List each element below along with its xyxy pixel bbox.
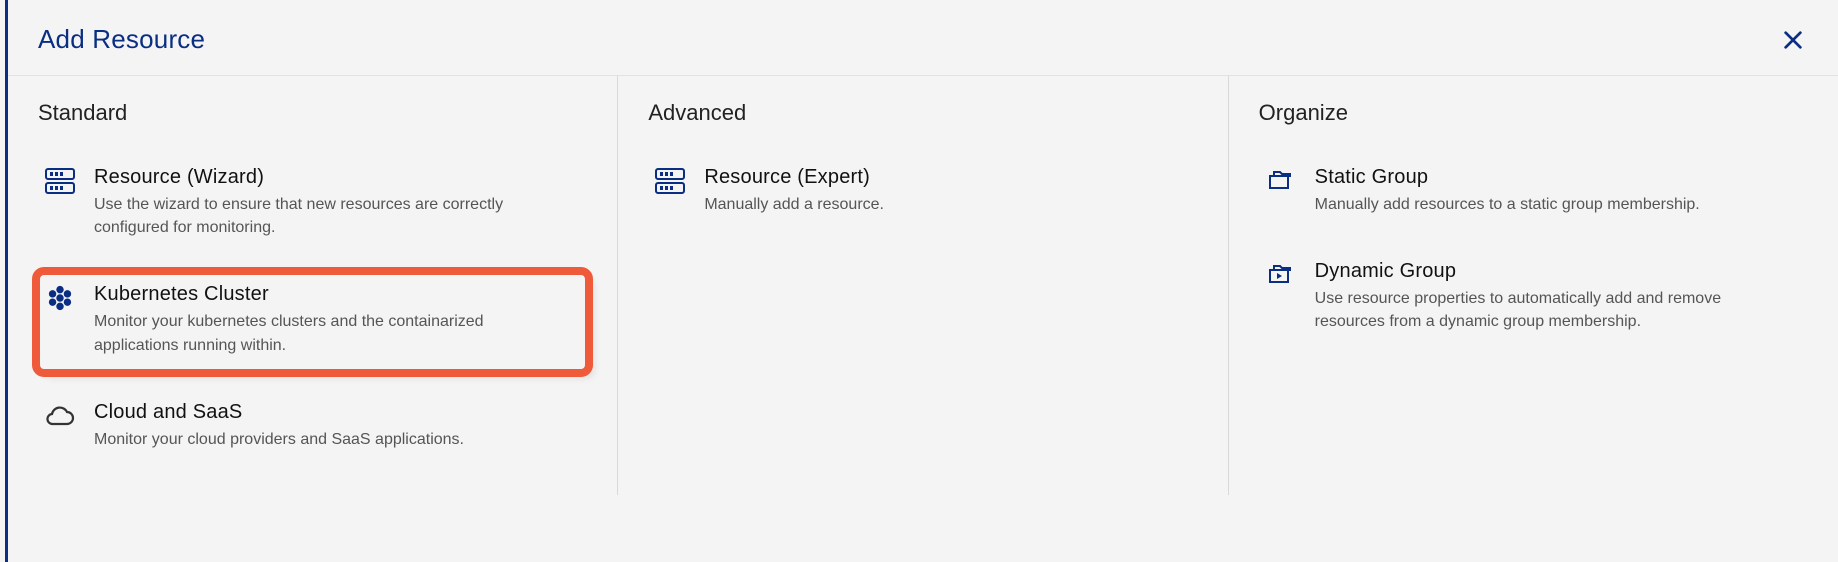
folder-play-icon	[1265, 262, 1297, 294]
modal-title: Add Resource	[38, 24, 205, 55]
option-title: Static Group	[1315, 166, 1700, 189]
column-organize: Organize Static Group Manually add resou…	[1228, 76, 1838, 495]
option-desc: Manually add a resource.	[704, 193, 884, 216]
option-title: Dynamic Group	[1315, 260, 1735, 283]
server-icon	[654, 168, 686, 200]
option-desc: Manually add resources to a static group…	[1315, 193, 1700, 216]
folder-stack-icon	[1265, 168, 1297, 200]
close-button[interactable]	[1778, 25, 1808, 55]
server-icon	[44, 168, 76, 200]
column-advanced: Advanced Resource (Expert) Manually add …	[617, 76, 1227, 495]
option-desc: Monitor your kubernetes clusters and the…	[94, 310, 514, 356]
cloud-icon	[44, 403, 76, 435]
option-title: Resource (Expert)	[704, 166, 884, 189]
option-desc: Use the wizard to ensure that new resour…	[94, 193, 514, 239]
option-desc: Use resource properties to automatically…	[1315, 287, 1735, 333]
option-desc: Monitor your cloud providers and SaaS ap…	[94, 428, 464, 451]
column-title: Organize	[1259, 100, 1808, 126]
column-standard: Standard Resource (Wizard) Use the wizar…	[8, 76, 617, 495]
option-cloud-saas[interactable]: Cloud and SaaS Monitor your cloud provid…	[38, 391, 587, 465]
close-icon	[1782, 29, 1804, 51]
modal-columns: Standard Resource (Wizard) Use the wizar…	[8, 76, 1838, 495]
add-resource-modal: Add Resource Standard Re	[5, 0, 1838, 562]
option-dynamic-group[interactable]: Dynamic Group Use resource properties to…	[1259, 250, 1808, 347]
kubernetes-icon	[44, 285, 76, 317]
option-resource-wizard[interactable]: Resource (Wizard) Use the wizard to ensu…	[38, 156, 587, 253]
option-title: Resource (Wizard)	[94, 166, 514, 189]
column-title: Advanced	[648, 100, 1197, 126]
column-title: Standard	[38, 100, 587, 126]
option-resource-expert[interactable]: Resource (Expert) Manually add a resourc…	[648, 156, 1197, 230]
option-kubernetes-cluster[interactable]: Kubernetes Cluster Monitor your kubernet…	[38, 273, 587, 370]
option-title: Kubernetes Cluster	[94, 283, 514, 306]
option-static-group[interactable]: Static Group Manually add resources to a…	[1259, 156, 1808, 230]
modal-header: Add Resource	[8, 0, 1838, 76]
option-title: Cloud and SaaS	[94, 401, 464, 424]
